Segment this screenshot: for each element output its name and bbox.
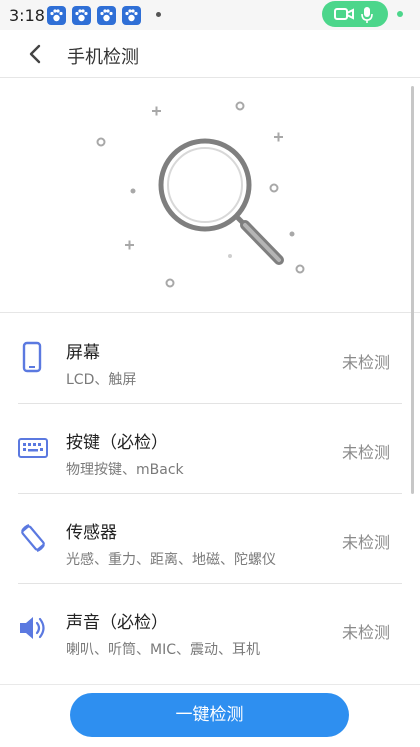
paw-icon: [47, 6, 66, 25]
microphone-icon: [361, 7, 373, 23]
status-label: 未检测: [341, 353, 390, 372]
status-time: 3:18: [9, 6, 45, 25]
magnifier-illustration: [96, 101, 305, 288]
video-camera-icon: [334, 8, 354, 20]
paw-icon: [97, 6, 116, 25]
rotate-icon: [21, 524, 45, 552]
item-name: 屏幕: [66, 343, 100, 363]
more-notifications-dot: [156, 12, 161, 17]
paw-icon: [122, 6, 141, 25]
privacy-indicator-dot: [397, 11, 403, 17]
list-item-keys[interactable]: 按键（必检） 物理按键、mBack 未检测: [18, 404, 402, 494]
chevron-left-icon[interactable]: [24, 42, 48, 66]
list-item-screen[interactable]: 屏幕 LCD、触屏 未检测: [18, 314, 402, 404]
call-indicator[interactable]: [322, 1, 388, 27]
keyboard-icon: [18, 438, 48, 458]
item-name: 按键（必检）: [66, 433, 168, 453]
status-label: 未检测: [341, 533, 390, 552]
one-key-detect-button[interactable]: 一键检测: [70, 693, 349, 737]
list-item-sensors[interactable]: 传感器 光感、重力、距离、地磁、陀螺仪 未检测: [18, 494, 402, 584]
page-title: 手机检测: [67, 47, 139, 68]
item-detail: 喇叭、听筒、MIC、震动、耳机: [66, 642, 260, 658]
status-label: 未检测: [341, 443, 390, 462]
speaker-icon: [20, 617, 45, 639]
paw-icon: [72, 6, 91, 25]
app-header: 手机检测: [0, 30, 420, 78]
item-name: 传感器: [66, 523, 117, 543]
list-item-sound[interactable]: 声音（必检） 喇叭、听筒、MIC、震动、耳机 未检测: [18, 584, 402, 674]
status-bar: 3:18: [0, 0, 420, 30]
bottom-bar: 一键检测: [0, 684, 420, 747]
list-scrollbar[interactable]: [411, 86, 414, 494]
item-name: 声音（必检）: [66, 613, 168, 633]
item-detail: 光感、重力、距离、地磁、陀螺仪: [66, 552, 276, 568]
item-detail: LCD、触屏: [66, 372, 137, 388]
hero-illustration: [0, 79, 420, 313]
item-detail: 物理按键、mBack: [66, 462, 184, 478]
status-label: 未检测: [341, 623, 390, 642]
phone-icon: [22, 341, 42, 373]
